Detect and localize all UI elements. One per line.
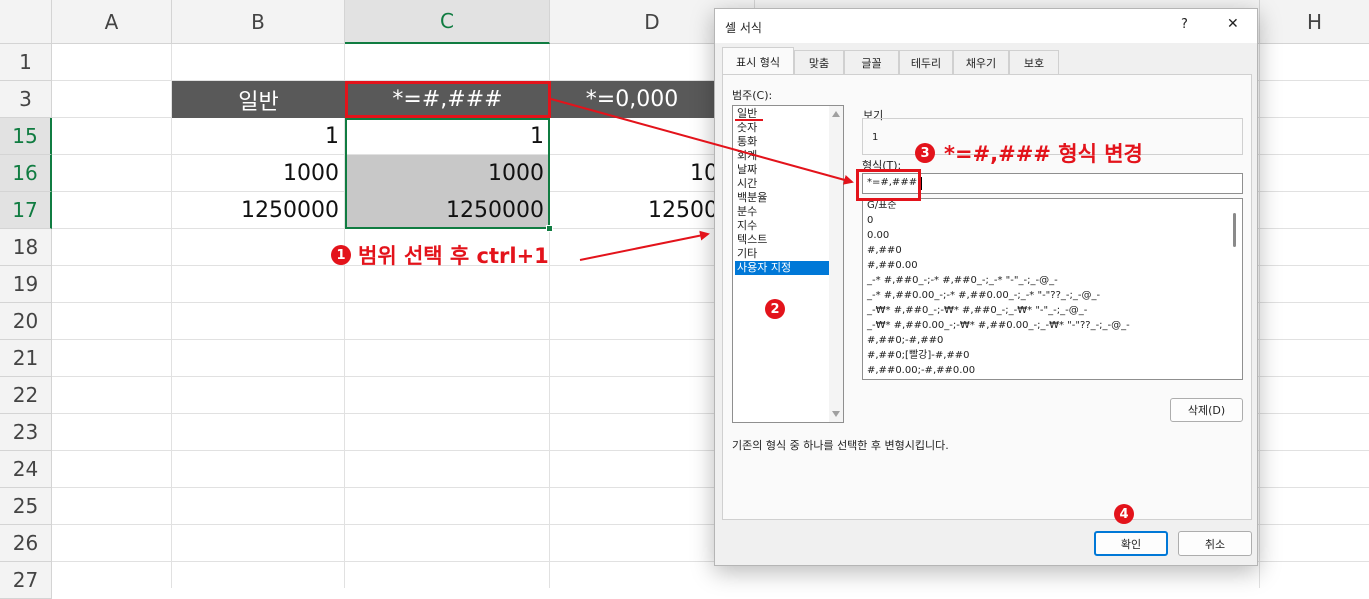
step-4-badge: 4 — [1114, 504, 1134, 524]
annotation-arrows — [550, 98, 854, 261]
step-1-text: 범위 선택 후 ctrl+1 — [358, 244, 549, 268]
highlight-c3 — [345, 81, 551, 118]
step-3-badge: 3 — [915, 143, 935, 163]
arrow-to-dialog — [579, 230, 710, 261]
step-2-badge: 2 — [765, 299, 785, 319]
step-3-text: *=#,### 형식 변경 — [944, 142, 1143, 166]
arrow-to-type-field — [550, 98, 854, 185]
highlight-type-input — [856, 169, 921, 201]
step-1-badge: 1 — [331, 245, 351, 265]
